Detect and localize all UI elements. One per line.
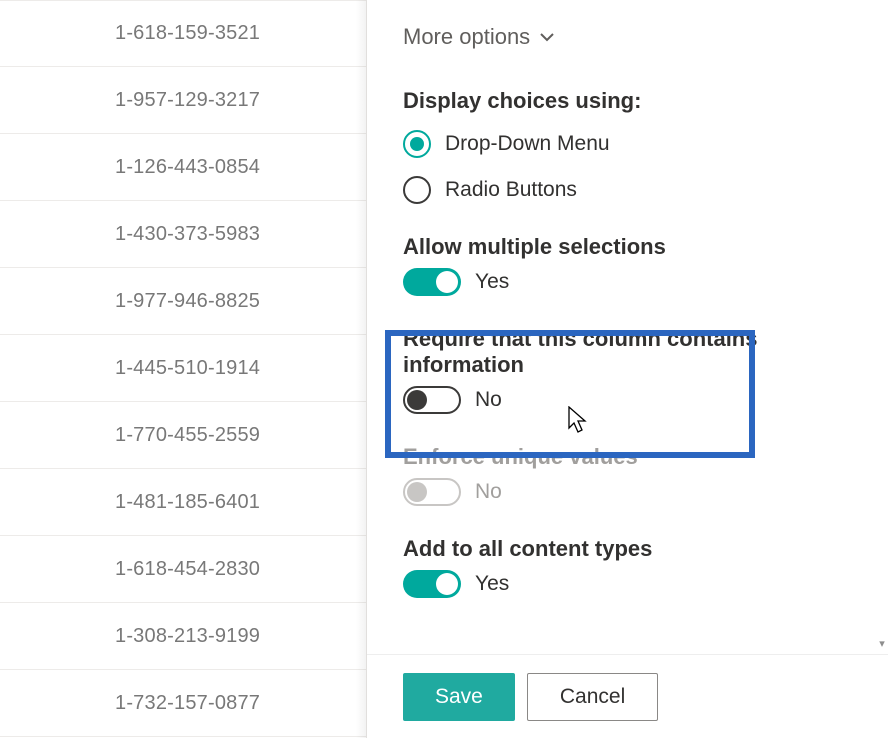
phone-cell: 1-445-510-1914 <box>115 357 260 380</box>
phone-cell: 1-481-185-6401 <box>115 491 260 514</box>
list-item[interactable]: 1-732-157-0877 <box>0 670 370 737</box>
list-item[interactable]: 1-618-159-3521 <box>0 0 370 67</box>
list-item[interactable]: 1-957-129-3217 <box>0 67 370 134</box>
scroll-down-icon[interactable]: ▾ <box>876 636 888 650</box>
require-info-label: Require that this column contains inform… <box>403 326 854 378</box>
phone-cell: 1-126-443-0854 <box>115 156 260 179</box>
radio-label: Radio Buttons <box>445 178 577 202</box>
phone-cell: 1-770-455-2559 <box>115 424 260 447</box>
list-item[interactable]: 1-126-443-0854 <box>0 134 370 201</box>
display-choices-label: Display choices using: <box>403 88 854 114</box>
phone-cell: 1-618-159-3521 <box>115 22 260 45</box>
panel-scrollbar[interactable]: ▾ <box>876 0 884 650</box>
allow-multiple-label: Allow multiple selections <box>403 234 854 260</box>
list-item[interactable]: 1-481-185-6401 <box>0 469 370 536</box>
radio-radio-buttons[interactable]: Radio Buttons <box>403 176 577 204</box>
phone-cell: 1-732-157-0877 <box>115 692 260 715</box>
list-item[interactable]: 1-770-455-2559 <box>0 402 370 469</box>
radio-label: Drop-Down Menu <box>445 132 610 156</box>
cancel-button[interactable]: Cancel <box>527 673 658 721</box>
panel-footer: Save Cancel <box>367 654 888 738</box>
enforce-unique-group: Enforce unique values No <box>403 444 854 506</box>
require-info-value: No <box>475 388 502 412</box>
save-button[interactable]: Save <box>403 673 515 721</box>
phone-cell: 1-977-946-8825 <box>115 290 260 313</box>
add-all-types-value: Yes <box>475 572 509 596</box>
enforce-unique-value: No <box>475 480 502 504</box>
radio-dropdown-menu[interactable]: Drop-Down Menu <box>403 130 610 158</box>
list-item[interactable]: 1-977-946-8825 <box>0 268 370 335</box>
list-item[interactable]: 1-445-510-1914 <box>0 335 370 402</box>
add-all-types-group: Add to all content types Yes <box>403 536 854 598</box>
radio-icon <box>403 130 431 158</box>
allow-multiple-group: Allow multiple selections Yes <box>403 234 854 296</box>
more-options-label: More options <box>403 24 530 50</box>
save-button-label: Save <box>435 685 483 709</box>
list-item[interactable]: 1-430-373-5983 <box>0 201 370 268</box>
add-all-types-label: Add to all content types <box>403 536 854 562</box>
require-info-group: Require that this column contains inform… <box>403 326 854 414</box>
more-options-toggle[interactable]: More options <box>403 24 554 50</box>
list-item[interactable]: 1-618-454-2830 <box>0 536 370 603</box>
allow-multiple-value: Yes <box>475 270 509 294</box>
allow-multiple-toggle[interactable] <box>403 268 461 296</box>
add-all-types-toggle[interactable] <box>403 570 461 598</box>
phone-number-list: 1-618-159-3521 1-957-129-3217 1-126-443-… <box>0 0 370 738</box>
phone-cell: 1-957-129-3217 <box>115 89 260 112</box>
panel-surface: More options Display choices using: Drop… <box>366 0 888 738</box>
column-settings-panel: More options Display choices using: Drop… <box>366 0 888 738</box>
cancel-button-label: Cancel <box>560 685 625 709</box>
require-info-toggle[interactable] <box>403 386 461 414</box>
enforce-unique-label: Enforce unique values <box>403 444 854 470</box>
panel-body: More options Display choices using: Drop… <box>367 0 874 650</box>
radio-icon <box>403 176 431 204</box>
phone-cell: 1-618-454-2830 <box>115 558 260 581</box>
chevron-down-icon <box>540 30 554 44</box>
phone-cell: 1-308-213-9199 <box>115 625 260 648</box>
enforce-unique-toggle <box>403 478 461 506</box>
phone-cell: 1-430-373-5983 <box>115 223 260 246</box>
list-item[interactable]: 1-308-213-9199 <box>0 603 370 670</box>
